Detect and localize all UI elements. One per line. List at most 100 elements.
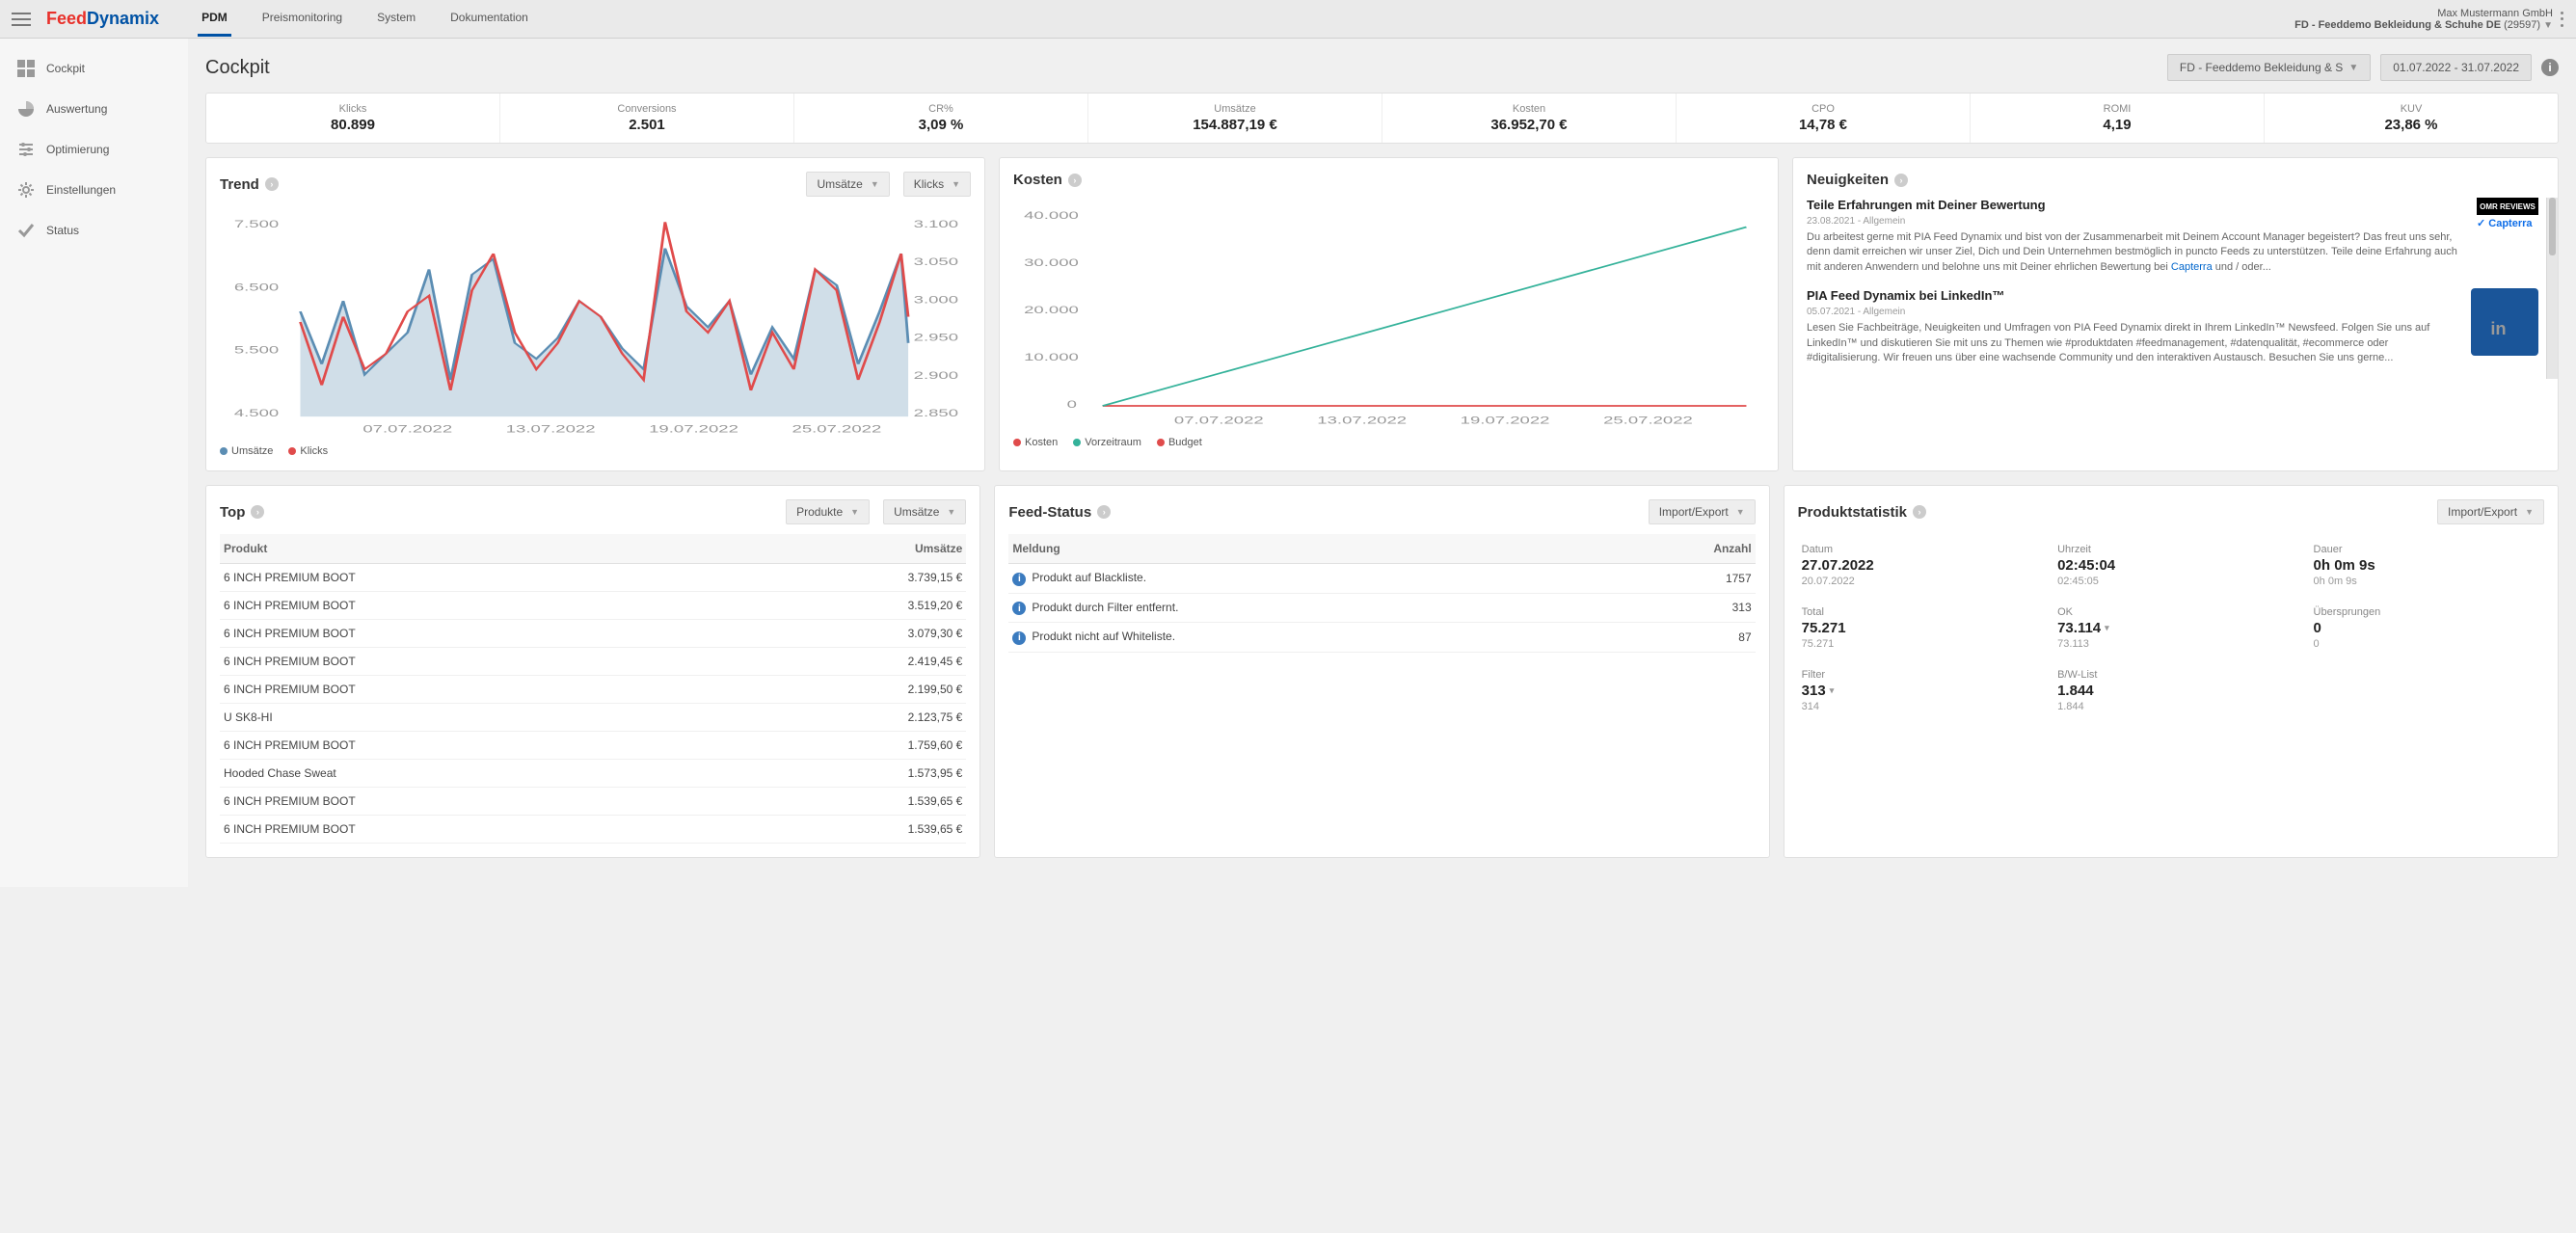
sidebar-item-cockpit[interactable]: Cockpit — [0, 48, 188, 89]
trend-metric1-select[interactable]: Umsätze▼ — [806, 172, 889, 197]
kpi-conversions[interactable]: Conversions2.501 — [500, 94, 794, 143]
arrow-icon[interactable]: › — [1097, 505, 1111, 519]
svg-text:20.000: 20.000 — [1024, 305, 1079, 316]
omr-reviews-badge: OMR REVIEWS — [2477, 198, 2538, 215]
trend-card: Trend› Umsätze▼ Klicks▼ 7.5006.5005.5004… — [205, 157, 985, 471]
nav-dokumentation[interactable]: Dokumentation — [446, 1, 532, 37]
trend-chart: 7.5006.5005.5004.500 3.1003.0503.0002.95… — [220, 206, 971, 438]
nav-preismonitoring[interactable]: Preismonitoring — [258, 1, 346, 37]
table-row[interactable]: 6 INCH PREMIUM BOOT3.519,20 € — [220, 592, 966, 620]
svg-text:3.050: 3.050 — [914, 256, 958, 268]
chevron-down-icon: ▼ — [2348, 63, 2358, 73]
hamburger-icon[interactable] — [12, 13, 31, 26]
svg-text:07.07.2022: 07.07.2022 — [362, 423, 452, 435]
kpi-kosten[interactable]: Kosten36.952,70 € — [1382, 94, 1677, 143]
title-bar: Cockpit FD - Feeddemo Bekleidung & S▼ 01… — [205, 54, 2559, 81]
pstats-title: Produktstatistik› — [1798, 504, 1926, 521]
chevron-down-icon: ▼ — [2543, 20, 2553, 31]
kpi-klicks[interactable]: Klicks80.899 — [206, 94, 500, 143]
logo: FeedDynamix — [46, 9, 159, 29]
svg-text:25.07.2022: 25.07.2022 — [792, 423, 882, 435]
capterra-link[interactable]: Capterra — [2171, 261, 2213, 273]
svg-text:30.000: 30.000 — [1024, 257, 1079, 269]
stat-block: OK73.114▾73.113 — [2057, 606, 2284, 650]
linkedin-thumb: in — [2471, 288, 2538, 356]
kpi-kuv[interactable]: KUV23,86 % — [2265, 94, 2558, 143]
nav-system[interactable]: System — [373, 1, 419, 37]
company-name: Max Mustermann GmbH — [2294, 8, 2553, 19]
sidebar-item-optimierung[interactable]: Optimierung — [0, 129, 188, 170]
kpi-cr[interactable]: CR%3,09 % — [794, 94, 1088, 143]
sidebar-item-label: Cockpit — [46, 62, 85, 75]
arrow-icon[interactable]: › — [265, 177, 279, 191]
sidebar: Cockpit Auswertung Optimierung Einstellu… — [0, 39, 188, 887]
news-title: Neuigkeiten› — [1807, 172, 1908, 188]
capterra-badge: ✓ Capterra — [2477, 217, 2538, 229]
stat-grid: Datum27.07.202220.07.2022Uhrzeit02:45:04… — [1798, 534, 2544, 722]
nav-pdm[interactable]: PDM — [198, 1, 231, 37]
news-item[interactable]: Teile Erfahrungen mit Deiner Bewertung 2… — [1807, 198, 2538, 275]
caret-icon: ▾ — [1830, 685, 1835, 696]
arrow-icon[interactable]: › — [251, 505, 264, 519]
kpi-cpo[interactable]: CPO14,78 € — [1677, 94, 1971, 143]
kpi-romi[interactable]: ROMI4,19 — [1971, 94, 2265, 143]
table-row[interactable]: Hooded Chase Sweat1.573,95 € — [220, 760, 966, 788]
info-icon: i — [1012, 573, 1026, 586]
kebab-icon[interactable] — [2561, 12, 2564, 27]
table-row[interactable]: 6 INCH PREMIUM BOOT3.739,15 € — [220, 564, 966, 592]
daterange-select[interactable]: 01.07.2022 - 31.07.2022 — [2380, 54, 2532, 81]
arrow-icon[interactable]: › — [1894, 174, 1908, 187]
header-account[interactable]: Max Mustermann GmbH FD - Feeddemo Beklei… — [2294, 8, 2564, 31]
dashboard-icon — [17, 60, 35, 77]
sidebar-item-label: Einstellungen — [46, 183, 116, 197]
kpi-umsaetze[interactable]: Umsätze154.887,19 € — [1088, 94, 1382, 143]
table-row[interactable]: 6 INCH PREMIUM BOOT2.419,45 € — [220, 648, 966, 676]
table-row[interactable]: iProdukt auf Blackliste.1757 — [1008, 564, 1755, 594]
svg-text:2.950: 2.950 — [914, 332, 958, 343]
stat-block: Datum27.07.202220.07.2022 — [1802, 544, 2028, 587]
check-icon — [17, 222, 35, 239]
sidebar-item-status[interactable]: Status — [0, 210, 188, 251]
feed-title: Feed-Status› — [1008, 504, 1111, 521]
account-id: (29597) — [2504, 19, 2540, 31]
table-row[interactable]: 6 INCH PREMIUM BOOT3.079,30 € — [220, 620, 966, 648]
top-type-select[interactable]: Produkte▼ — [786, 499, 870, 524]
stat-block: Dauer0h 0m 9s0h 0m 9s — [2314, 544, 2540, 587]
review-badges: OMR REVIEWS ✓ Capterra — [2477, 198, 2538, 275]
pie-icon — [17, 100, 35, 118]
table-row[interactable]: iProdukt durch Filter entfernt.313 — [1008, 593, 1755, 623]
account-select[interactable]: FD - Feeddemo Bekleidung & S▼ — [2167, 54, 2371, 81]
svg-text:2.900: 2.900 — [914, 370, 958, 382]
sidebar-item-auswertung[interactable]: Auswertung — [0, 89, 188, 129]
top-metric-select[interactable]: Umsätze▼ — [883, 499, 966, 524]
svg-text:10.000: 10.000 — [1024, 352, 1079, 363]
info-icon[interactable]: i — [2541, 59, 2559, 76]
feed-table: MeldungAnzahl iProdukt auf Blackliste.17… — [1008, 534, 1755, 653]
sidebar-item-einstellungen[interactable]: Einstellungen — [0, 170, 188, 210]
pstats-select[interactable]: Import/Export▼ — [2437, 499, 2544, 524]
svg-text:19.07.2022: 19.07.2022 — [649, 423, 738, 435]
table-row[interactable]: 6 INCH PREMIUM BOOT1.539,65 € — [220, 816, 966, 844]
kosten-title: Kosten› — [1013, 172, 1082, 188]
svg-text:0: 0 — [1067, 399, 1077, 411]
feed-select[interactable]: Import/Export▼ — [1649, 499, 1756, 524]
svg-text:40.000: 40.000 — [1024, 209, 1079, 221]
svg-text:25.07.2022: 25.07.2022 — [1603, 415, 1693, 426]
kosten-legend: Kosten Vorzeitraum Budget — [1013, 437, 1764, 448]
trend-metric2-select[interactable]: Klicks▼ — [903, 172, 971, 197]
stat-block: Übersprungen00 — [2314, 606, 2540, 650]
table-row[interactable]: 6 INCH PREMIUM BOOT1.759,60 € — [220, 732, 966, 760]
arrow-icon[interactable]: › — [1068, 174, 1082, 187]
stat-block: Filter313▾314 — [1802, 669, 2028, 712]
svg-text:3.000: 3.000 — [914, 294, 958, 306]
news-item-meta: 05.07.2021 - Allgemein — [1807, 307, 2461, 317]
scrollbar[interactable] — [2546, 198, 2558, 379]
table-row[interactable]: 6 INCH PREMIUM BOOT2.199,50 € — [220, 676, 966, 704]
news-item[interactable]: PIA Feed Dynamix bei LinkedIn™ 05.07.202… — [1807, 288, 2538, 365]
svg-text:13.07.2022: 13.07.2022 — [1317, 415, 1407, 426]
info-icon: i — [1012, 631, 1026, 645]
table-row[interactable]: U SK8-HI2.123,75 € — [220, 704, 966, 732]
table-row[interactable]: iProdukt nicht auf Whiteliste.87 — [1008, 623, 1755, 653]
table-row[interactable]: 6 INCH PREMIUM BOOT1.539,65 € — [220, 788, 966, 816]
arrow-icon[interactable]: › — [1913, 505, 1926, 519]
